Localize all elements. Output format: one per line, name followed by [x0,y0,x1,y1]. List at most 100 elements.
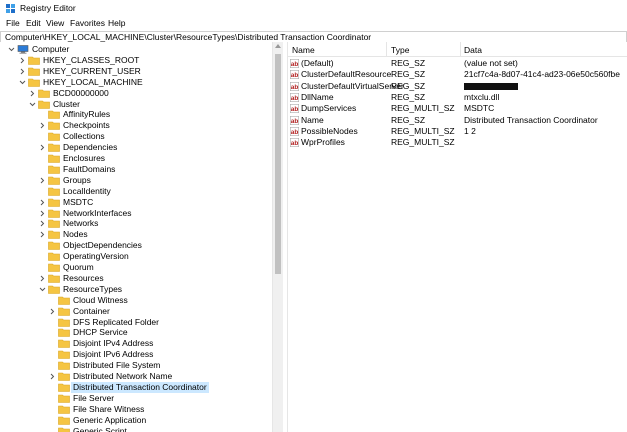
values-pane[interactable]: Name Type Data ab (Default) REG_SZ (value n… [288,42,627,432]
chevron-right-icon[interactable] [19,57,26,64]
value-row[interactable]: ab ClusterDefaultVirtualServer REG_SZ [288,81,627,92]
column-type-header[interactable]: Type [391,45,409,55]
tree-item[interactable]: BCD00000000 [0,88,272,99]
tree-item[interactable]: Disjoint IPv6 Address [0,349,272,360]
tree-item[interactable]: HKEY_LOCAL_MACHINE [0,77,272,88]
chevron-right-icon[interactable] [49,373,56,380]
value-type: REG_MULTI_SZ [391,103,455,114]
value-row[interactable]: ab PossibleNodes REG_MULTI_SZ 1 2 [288,126,627,137]
chevron-right-icon[interactable] [29,90,36,97]
tree-item[interactable]: HKEY_CURRENT_USER [0,66,272,77]
folder-icon [48,111,60,120]
chevron-right-icon[interactable] [39,210,46,217]
chevron-right-icon[interactable] [39,144,46,151]
menu-favorites[interactable]: Favorites [69,18,106,28]
chevron-down-icon[interactable] [8,46,15,53]
value-row[interactable]: ab DllName REG_SZ mtxclu.dll [288,92,627,103]
chevron-right-icon[interactable] [19,68,26,75]
column-data-header[interactable]: Data [464,45,482,55]
tree-item[interactable]: NetworkInterfaces [0,208,272,219]
menu-view[interactable]: View [45,18,65,28]
scrollbar-thumb[interactable] [275,54,281,274]
value-name: (Default) [301,58,334,68]
value-name: Name [301,114,324,125]
tree-item[interactable]: HKEY_CLASSES_ROOT [0,55,272,66]
chevron-right-icon[interactable] [39,199,46,206]
tree-item[interactable]: OperatingVersion [0,251,272,262]
value-row[interactable]: ab ClusterDefaultResource REG_SZ 21cf7c4a-8… [288,69,627,80]
tree-item-label: NetworkInterfaces [63,207,132,218]
tree-item[interactable]: Enclosures [0,153,272,164]
tree-item[interactable]: File Share Witness [0,404,272,415]
tree-scrollbar[interactable] [272,42,283,432]
value-row[interactable]: ab (Default) REG_SZ (value not set) [288,58,627,69]
tree-item[interactable]: Nodes [0,229,272,240]
value-row[interactable]: ab DumpServices REG_MULTI_SZ MSDTC [288,103,627,114]
folder-icon [58,427,70,432]
tree-item[interactable]: ObjectDependencies [0,240,272,251]
chevron-right-icon[interactable] [39,220,46,227]
svg-text:ab: ab [291,118,299,125]
tree-item[interactable]: Container [0,306,272,317]
tree-item[interactable]: FaultDomains [0,164,272,175]
chevron-right-icon[interactable] [39,177,46,184]
column-divider[interactable] [460,42,461,56]
menu-edit[interactable]: Edit [25,18,42,28]
tree-item[interactable]: File Server [0,393,272,404]
tree-item[interactable]: DHCP Service [0,327,272,338]
chevron-right-icon[interactable] [39,122,46,129]
tree-item-label: Distributed Transaction Coordinator [71,381,209,393]
tree-item[interactable]: Collections [0,131,272,142]
tree-item[interactable]: AffinityRules [0,109,272,120]
chevron-right-icon[interactable] [39,275,46,282]
chevron-down-icon[interactable] [29,101,36,108]
address-path[interactable]: Computer\HKEY_LOCAL_MACHINE\Cluster\Reso… [5,32,371,42]
tree-item[interactable]: Distributed File System [0,360,272,371]
value-row[interactable]: ab Name REG_SZ Distributed Transaction Coor… [288,115,627,126]
folder-icon [48,143,60,152]
column-name-header[interactable]: Name [292,45,315,55]
menu-bar: File Edit View Favorites Help [0,17,627,30]
tree-item[interactable]: Computer [0,44,272,55]
value-name: WprProfiles [301,137,345,148]
string-value-icon: ab [290,59,299,68]
tree-item[interactable]: LocalIdentity [0,186,272,197]
value-type: REG_SZ [391,58,426,68]
chevron-down-icon[interactable] [19,79,26,86]
value-row[interactable]: ab WprProfiles REG_MULTI_SZ [288,137,627,148]
tree-item[interactable]: Checkpoints [0,120,272,131]
tree-item[interactable]: DFS Replicated Folder [0,317,272,328]
key-tree-pane[interactable]: Computer HKEY_CLASSES_ROOT HKEY_CURRENT_US… [0,42,272,432]
column-divider[interactable] [386,42,387,56]
folder-icon [48,187,60,196]
tree-item[interactable]: Generic Application [0,415,272,426]
tree-item[interactable]: Distributed Network Name [0,371,272,382]
tree-item[interactable]: ResourceTypes [0,284,272,295]
tree-item[interactable]: Groups [0,175,272,186]
tree-item[interactable]: Dependencies [0,142,272,153]
folder-icon [28,67,40,76]
svg-text:ab: ab [291,72,299,79]
scroll-up-arrow-icon[interactable] [275,44,281,48]
tree-item[interactable]: Resources [0,273,272,284]
tree-item-label: Distributed File System [73,360,161,371]
chevron-right-icon[interactable] [49,308,56,315]
tree-item[interactable]: Disjoint IPv4 Address [0,338,272,349]
tree-item[interactable]: Networks [0,218,272,229]
tree-item[interactable]: Generic Script [0,426,272,432]
tree-item[interactable]: Cloud Witness [0,295,272,306]
folder-icon [48,252,60,261]
tree-item[interactable]: Quorum [0,262,272,273]
chevron-right-icon[interactable] [39,231,46,238]
chevron-down-icon[interactable] [39,286,46,293]
svg-text:ab: ab [291,84,299,91]
tree-item[interactable]: Distributed Transaction Coordinator [0,381,272,393]
value-data: 1 2 [464,125,476,136]
menu-help[interactable]: Help [107,18,126,28]
menu-file[interactable]: File [5,18,21,28]
tree-item[interactable]: MSDTC [0,197,272,208]
tree-item[interactable]: Cluster [0,99,272,110]
string-value-icon: ab [290,115,299,125]
value-data: MSDTC [464,103,495,114]
folder-icon [28,78,40,87]
